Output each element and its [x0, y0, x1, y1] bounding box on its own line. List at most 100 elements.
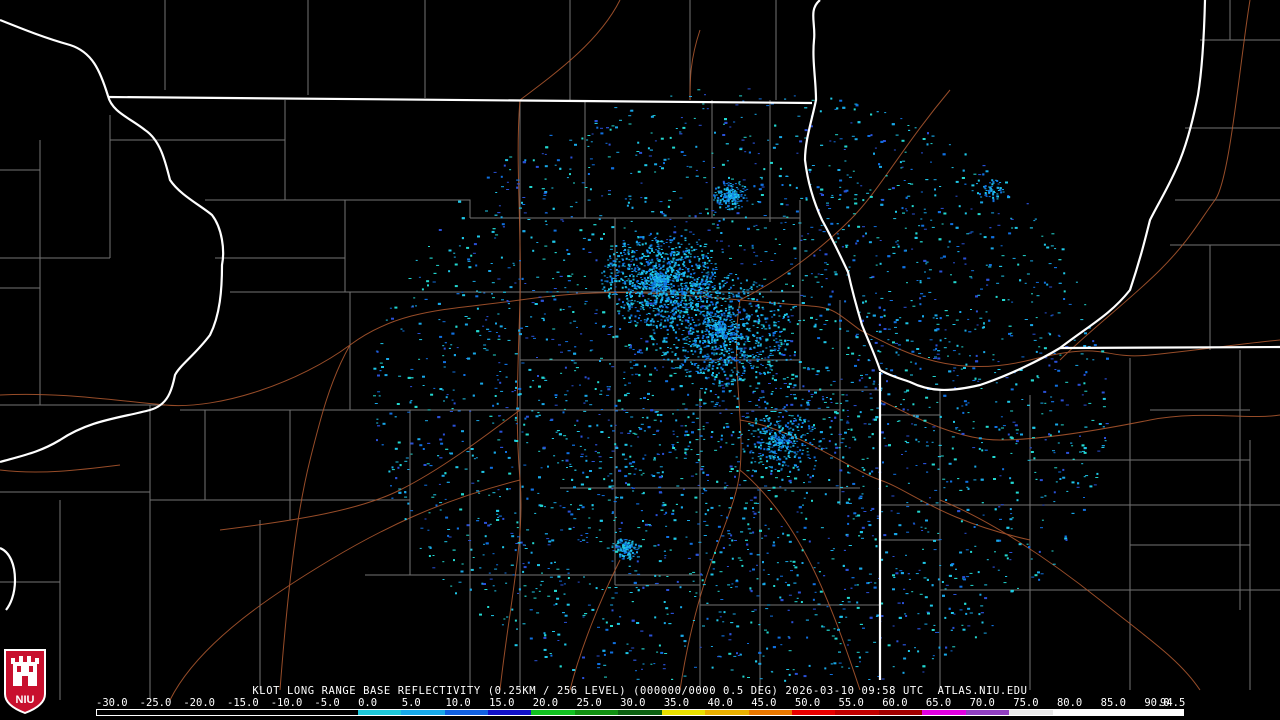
echo-pixel — [610, 283, 613, 286]
echo-pixel — [1010, 513, 1013, 515]
echo-pixel — [830, 402, 833, 403]
echo-pixel — [732, 332, 735, 334]
echo-pixel — [822, 626, 826, 628]
echo-pixel — [926, 143, 929, 146]
echo-pixel — [564, 366, 567, 369]
echo-pixel — [965, 403, 968, 406]
echo-pixel — [702, 103, 705, 105]
echo-pixel — [730, 434, 733, 437]
echo-pixel — [924, 596, 928, 599]
echo-pixel — [532, 159, 535, 162]
echo-pixel — [547, 465, 549, 468]
echo-pixel — [468, 266, 472, 269]
echo-pixel — [838, 447, 841, 449]
echo-pixel — [802, 295, 806, 297]
echo-pixel — [780, 644, 783, 646]
echo-pixel — [758, 662, 762, 665]
echo-pixel — [818, 445, 821, 447]
echo-pixel — [780, 343, 783, 346]
echo-pixel — [1039, 479, 1043, 482]
echo-pixel — [822, 398, 825, 401]
echo-pixel — [980, 388, 983, 389]
echo-pixel — [610, 245, 614, 247]
echo-pixel — [647, 399, 649, 400]
echo-pixel — [582, 677, 585, 679]
echo-pixel — [618, 280, 621, 283]
echo-pixel — [668, 246, 671, 248]
echo-pixel — [826, 204, 830, 206]
echo-pixel — [1081, 463, 1084, 465]
echo-pixel — [823, 401, 827, 403]
echo-pixel — [751, 203, 754, 205]
echo-pixel — [943, 212, 947, 215]
echo-pixel — [645, 313, 648, 315]
echo-pixel — [681, 320, 684, 322]
echo-pixel — [983, 632, 987, 634]
echo-pixel — [640, 510, 643, 512]
echo-pixel — [846, 422, 850, 424]
echo-pixel — [848, 667, 851, 669]
echo-pixel — [488, 572, 491, 574]
echo-pixel — [937, 211, 941, 214]
echo-pixel — [627, 483, 631, 486]
echo-pixel — [925, 179, 929, 181]
echo-pixel — [704, 243, 708, 245]
echo-pixel — [689, 290, 692, 292]
echo-pixel — [638, 469, 642, 471]
echo-pixel — [1102, 406, 1106, 408]
echo-pixel — [975, 360, 979, 363]
echo-pixel — [975, 295, 978, 298]
echo-pixel — [878, 330, 882, 333]
echo-pixel — [730, 622, 734, 624]
echo-pixel — [774, 253, 777, 255]
echo-pixel — [678, 275, 680, 278]
echo-pixel — [472, 280, 476, 282]
echo-pixel — [514, 644, 518, 647]
echo-pixel — [689, 96, 692, 97]
echo-pixel — [544, 212, 548, 214]
echo-pixel — [544, 656, 548, 658]
echo-pixel — [495, 234, 499, 236]
echo-pixel — [1035, 281, 1039, 283]
echo-pixel — [860, 185, 863, 187]
echo-pixel — [610, 604, 614, 606]
echo-pixel — [739, 559, 743, 561]
echo-pixel — [740, 263, 744, 265]
echo-pixel — [911, 205, 914, 208]
echo-pixel — [546, 538, 550, 540]
echo-pixel — [1063, 290, 1066, 293]
echo-pixel — [696, 243, 699, 245]
echo-pixel — [714, 403, 718, 405]
echo-pixel — [753, 502, 757, 504]
echo-pixel — [630, 314, 633, 317]
echo-pixel — [848, 545, 852, 546]
echo-pixel — [684, 645, 686, 647]
echo-pixel — [609, 128, 612, 131]
echo-pixel — [941, 223, 944, 225]
echo-pixel — [663, 664, 666, 666]
echo-pixel — [1006, 557, 1009, 560]
echo-pixel — [937, 578, 940, 581]
echo-pixel — [514, 390, 517, 392]
echo-pixel — [565, 438, 568, 440]
echo-pixel — [672, 278, 675, 280]
echo-pixel — [837, 237, 840, 240]
echo-pixel — [663, 243, 665, 245]
echo-pixel — [627, 303, 629, 306]
echo-pixel — [604, 289, 607, 292]
echo-pixel — [669, 311, 672, 313]
echo-pixel — [736, 652, 738, 655]
echo-pixel — [648, 155, 652, 157]
echo-pixel — [755, 224, 758, 226]
echo-pixel — [461, 217, 465, 220]
echo-pixel — [847, 601, 851, 603]
echo-pixel — [902, 266, 906, 269]
echo-pixel — [768, 455, 771, 458]
echo-pixel — [785, 204, 789, 206]
echo-pixel — [499, 430, 503, 433]
echo-pixel — [874, 387, 877, 390]
echo-pixel — [411, 305, 414, 307]
echo-pixel — [611, 485, 615, 487]
echo-pixel — [627, 310, 630, 312]
echo-pixel — [404, 460, 408, 462]
